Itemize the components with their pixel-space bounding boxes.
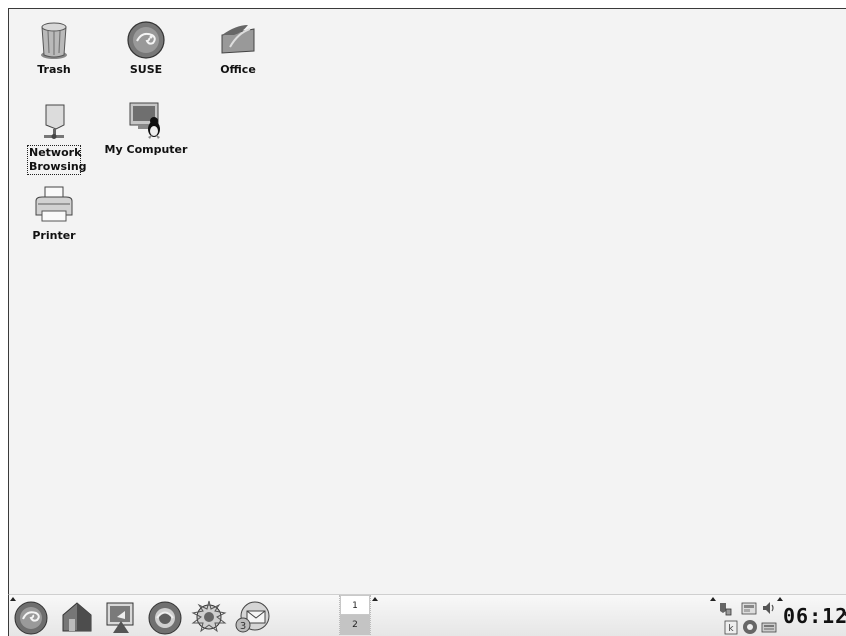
volume-icon[interactable] <box>761 600 777 616</box>
help-button[interactable] <box>189 599 229 635</box>
keyboard-icon[interactable] <box>761 619 777 635</box>
desktop[interactable]: Trash SUSE Office Network Browsing My Co… <box>8 8 846 594</box>
suse-menu-button[interactable] <box>11 599 51 635</box>
web-browser-icon <box>145 601 185 636</box>
pager-arrow-icon[interactable] <box>372 597 378 601</box>
icon-label: SUSE <box>129 63 163 76</box>
home-button[interactable] <box>57 599 97 635</box>
computer-icon <box>124 99 168 141</box>
web-browser-button[interactable] <box>145 599 185 635</box>
help-icon <box>189 600 229 636</box>
svg-text:3: 3 <box>240 621 246 632</box>
desktop-icon-printer[interactable]: Printer <box>9 185 99 243</box>
desktop-icon-suse[interactable]: SUSE <box>101 19 191 77</box>
mail-button[interactable]: 3 <box>233 599 273 635</box>
clock-arrow-icon[interactable] <box>777 597 783 601</box>
home-icon <box>57 602 97 636</box>
desktop-icon-office[interactable]: Office <box>193 19 283 77</box>
svg-text:k: k <box>728 624 734 634</box>
network-tray-icon[interactable] <box>717 601 733 617</box>
icon-label: My Computer <box>104 143 188 156</box>
clock[interactable]: 06:12 <box>783 604 846 628</box>
update-tray-icon[interactable] <box>741 601 757 617</box>
taskbar: 3 1 2 k 06:12 <box>8 594 846 636</box>
office-icon <box>216 19 260 61</box>
suse-menu-icon <box>11 601 51 636</box>
desktop-icon-my-computer[interactable]: My Computer <box>101 99 191 157</box>
tray-arrow-icon[interactable] <box>710 597 716 601</box>
desktop-icon-trash[interactable]: Trash <box>9 19 99 77</box>
icon-label: Office <box>220 63 256 76</box>
mail-icon: 3 <box>233 601 273 636</box>
klipper-icon[interactable]: k <box>723 619 739 635</box>
pager-desktop-1[interactable]: 1 <box>340 595 370 615</box>
suse-icon <box>124 19 168 61</box>
show-desktop-icon <box>101 602 141 636</box>
show-desktop-button[interactable] <box>101 599 141 635</box>
printer-icon <box>32 185 76 227</box>
icon-label: Printer <box>32 229 76 242</box>
trash-icon <box>32 19 76 61</box>
pager-desktop-2[interactable]: 2 <box>340 615 370 635</box>
info-tray-icon[interactable] <box>742 619 758 635</box>
icon-label: Trash <box>37 63 71 76</box>
desktop-pager[interactable]: 1 2 <box>339 595 371 636</box>
network-icon <box>32 101 76 143</box>
desktop-icon-network-browsing[interactable]: Network Browsing <box>9 101 99 175</box>
system-tray: k <box>717 597 781 636</box>
icon-label: Network Browsing <box>27 145 87 175</box>
